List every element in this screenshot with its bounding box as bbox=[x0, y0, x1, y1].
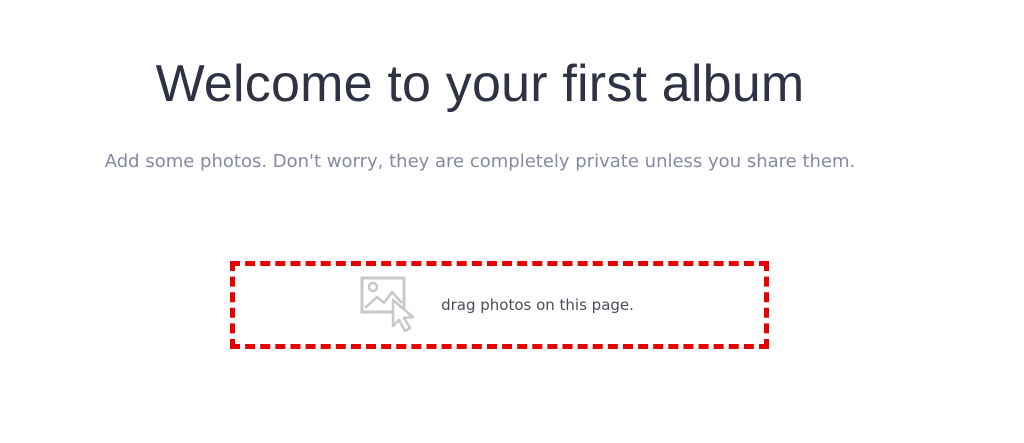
empty-album-page: Welcome to your first album Add some pho… bbox=[0, 0, 1024, 443]
page-subtitle: Add some photos. Don't worry, they are c… bbox=[104, 151, 856, 172]
drag-photo-icon bbox=[360, 276, 415, 333]
page-title: Welcome to your first album bbox=[155, 55, 805, 113]
drop-zone-content: drag photos on this page. bbox=[359, 275, 634, 335]
drop-zone-hint: drag photos on this page. bbox=[441, 296, 634, 314]
photo-drop-zone[interactable]: drag photos on this page. bbox=[230, 261, 769, 349]
